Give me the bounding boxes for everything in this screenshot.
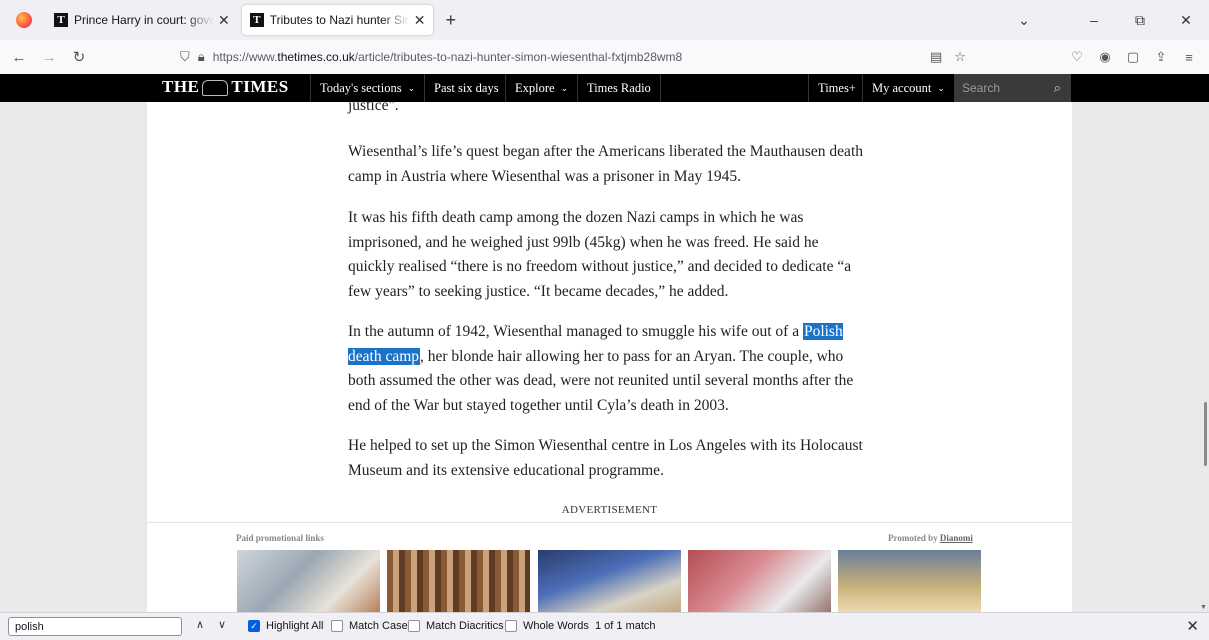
promoted-by: Promoted by Dianomi <box>888 533 973 543</box>
reader-view-icon[interactable]: ▤ <box>930 49 942 65</box>
match-diacritics-label[interactable]: Match Diacritics <box>426 620 504 632</box>
nav-explore[interactable]: Explore ⌄ <box>505 74 577 102</box>
find-previous-icon[interactable]: ∧ <box>196 618 204 631</box>
chevron-down-icon: ⌄ <box>560 82 569 93</box>
site-navigation: THE TIMES Today's sections ⌄ Past six days… <box>0 74 1209 102</box>
nav-times-plus[interactable]: Times+ <box>808 74 865 102</box>
highlight-all-label[interactable]: Highlight All <box>266 620 323 632</box>
firefox-logo-icon[interactable] <box>16 12 32 28</box>
find-input[interactable] <box>8 617 182 636</box>
extension-icon[interactable]: ▢ <box>1119 49 1147 65</box>
paid-links-label: Paid promotional links <box>236 533 324 543</box>
window-close-icon[interactable]: ✕ <box>1163 12 1209 29</box>
search-icon[interactable]: ⌕ <box>1054 80 1061 96</box>
find-next-icon[interactable]: ∨ <box>218 618 226 631</box>
nav-my-account[interactable]: My account ⌄ <box>862 74 954 102</box>
close-icon[interactable]: ✕ <box>414 12 426 29</box>
divider <box>147 522 1072 523</box>
shield-icon[interactable]: ⛉ <box>180 49 190 65</box>
crest-icon <box>202 80 229 97</box>
promo-thumbnail[interactable] <box>538 550 681 612</box>
url-text[interactable]: https://www.thetimes.co.uk/article/tribu… <box>213 50 683 64</box>
article-paragraph: Wiesenthal’s life’s quest began after th… <box>348 143 863 185</box>
match-case-label[interactable]: Match Case <box>349 620 408 632</box>
advertisement-label: ADVERTISEMENT <box>561 504 658 516</box>
nav-past-six-days[interactable]: Past six days <box>424 74 508 102</box>
address-bar[interactable]: ⛉ 🔒︎ https://www.thetimes.co.uk/article/… <box>180 45 980 69</box>
tab-title: Prince Harry in court: governme <box>74 13 214 27</box>
bookmark-star-icon[interactable]: ☆ <box>954 49 966 65</box>
tab-prince-harry[interactable]: T Prince Harry in court: governme ✕ <box>46 5 238 35</box>
close-icon[interactable]: ✕ <box>218 12 230 29</box>
article-paragraph: He helped to set up the Simon Wiesenthal… <box>348 437 863 479</box>
dianomi-link[interactable]: Dianomi <box>940 533 973 543</box>
whole-words-label[interactable]: Whole Words <box>523 620 589 632</box>
chevron-down-icon: ⌄ <box>937 82 945 93</box>
highlight-all-checkbox[interactable]: ✓ <box>248 620 260 632</box>
promo-thumbnail[interactable] <box>838 550 981 612</box>
pocket-icon[interactable]: ♡ <box>1063 49 1091 65</box>
back-arrow-icon[interactable]: ← <box>8 49 30 66</box>
forward-arrow-icon[interactable]: → <box>38 49 60 66</box>
times-favicon-icon: T <box>54 13 68 27</box>
times-logo[interactable]: THE TIMES <box>162 77 289 97</box>
share-icon[interactable]: ⇪ <box>1147 49 1175 65</box>
reload-icon[interactable]: ↻ <box>68 48 90 66</box>
match-diacritics-checkbox[interactable] <box>408 620 420 632</box>
site-search-input[interactable]: Search ⌕ <box>954 74 1071 102</box>
find-close-icon[interactable]: ✕ <box>1186 617 1199 635</box>
window-controls: ⌄ – ⧉ ✕ <box>1001 0 1209 40</box>
article-paragraph: In the autumn of 1942, Wiesenthal manage… <box>348 323 854 414</box>
scroll-down-icon[interactable]: ▼ <box>1200 604 1207 611</box>
lock-icon[interactable]: 🔒︎ <box>198 49 205 65</box>
chevron-down-icon: ⌄ <box>407 82 416 93</box>
account-icon[interactable]: ◉ <box>1091 49 1119 65</box>
match-case-checkbox[interactable] <box>331 620 343 632</box>
page-viewport: THE TIMES Today's sections ⌄ Past six days… <box>0 74 1209 612</box>
navigation-toolbar: ← → ↻ ⛉ 🔒︎ https://www.thetimes.co.uk/ar… <box>0 40 1209 75</box>
promo-thumbnail[interactable] <box>387 550 530 612</box>
article-paragraph: It was his fifth death camp among the do… <box>348 209 852 300</box>
match-count: 1 of 1 match <box>595 620 656 632</box>
menu-icon[interactable]: ≡ <box>1175 50 1203 65</box>
toolbar-right: ♡ ◉ ▢ ⇪ ≡ <box>1063 40 1203 74</box>
promo-thumbnail[interactable] <box>237 550 380 612</box>
times-favicon-icon: T <box>249 13 264 27</box>
tab-strip: T Prince Harry in court: governme ✕ T Tr… <box>0 0 1209 40</box>
list-all-tabs-icon[interactable]: ⌄ <box>1001 12 1047 29</box>
tab-tributes-nazi-hunter[interactable]: T Tributes to Nazi hunter Simon W ✕ <box>241 5 434 35</box>
whole-words-checkbox[interactable] <box>505 620 517 632</box>
find-bar: ∧ ∨ ✓ Highlight All Match Case Match Dia… <box>0 612 1209 640</box>
minimize-icon[interactable]: – <box>1071 12 1117 28</box>
nav-times-radio[interactable]: Times Radio <box>577 74 661 102</box>
restore-icon[interactable]: ⧉ <box>1117 12 1163 29</box>
scrollbar[interactable] <box>1204 402 1207 466</box>
promo-thumbnail[interactable] <box>688 550 831 612</box>
new-tab-button[interactable]: + <box>445 10 456 31</box>
tab-title: Tributes to Nazi hunter Simon W <box>269 13 410 27</box>
nav-todays-sections[interactable]: Today's sections ⌄ <box>310 74 424 102</box>
